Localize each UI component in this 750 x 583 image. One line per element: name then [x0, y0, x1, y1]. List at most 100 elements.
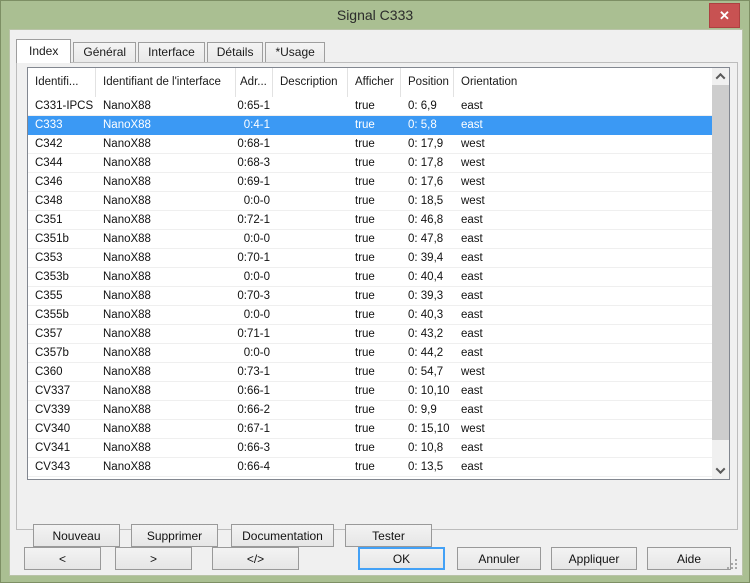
cell-afficher: true [348, 306, 401, 324]
tab-usage[interactable]: *Usage [265, 42, 324, 62]
table-row[interactable]: C333NanoX880:4-1true0: 5,8east [28, 116, 712, 135]
table-row[interactable]: C357NanoX880:71-1true0: 43,2east [28, 325, 712, 344]
cell-position: 0: 54,7 [401, 363, 454, 381]
tab-général[interactable]: Général [73, 42, 136, 62]
scroll-up-button[interactable] [712, 68, 729, 85]
table-row[interactable]: CV343NanoX880:66-4true0: 13,5east [28, 458, 712, 477]
table-row[interactable]: CV341NanoX880:66-3true0: 10,8east [28, 439, 712, 458]
table-row[interactable]: C331-IPCSNanoX880:65-1true0: 6,9east [28, 97, 712, 116]
table-row[interactable]: C351bNanoX880:0-0true0: 47,8east [28, 230, 712, 249]
tester-button[interactable]: Tester [345, 524, 432, 547]
table-row[interactable]: C351NanoX880:72-1true0: 46,8east [28, 211, 712, 230]
cell-description [273, 382, 348, 400]
table-row[interactable]: C342NanoX880:68-1true0: 17,9west [28, 135, 712, 154]
cell-orientation: east [454, 268, 712, 286]
cell-description [273, 287, 348, 305]
cell-description [273, 230, 348, 248]
tab-strip: IndexGénéralInterfaceDétails*Usage [16, 39, 327, 63]
window-title: Signal C333 [337, 7, 413, 23]
cell-id: CV343 [28, 458, 96, 476]
vertical-scrollbar[interactable] [712, 68, 729, 479]
column-header[interactable]: Description [273, 68, 348, 97]
tab-index[interactable]: Index [16, 39, 71, 63]
cell-description [273, 173, 348, 191]
cell-orientation: east [454, 249, 712, 267]
ok-button[interactable]: OK [358, 547, 445, 570]
aide-button[interactable]: Aide [647, 547, 731, 570]
table-row[interactable]: CV339NanoX880:66-2true0: 9,9east [28, 401, 712, 420]
table-row[interactable]: CV337NanoX880:66-1true0: 10,10east [28, 382, 712, 401]
cell-orientation: west [454, 363, 712, 381]
cell-afficher: true [348, 116, 401, 134]
cell-adr: 0:68-3 [236, 154, 273, 172]
annuler-button[interactable]: Annuler [457, 547, 541, 570]
next-button[interactable]: > [115, 547, 192, 570]
cell-afficher: true [348, 458, 401, 476]
tab-interface[interactable]: Interface [138, 42, 205, 62]
table-row[interactable]: CV340NanoX880:67-1true0: 15,10west [28, 420, 712, 439]
chevron-up-icon [716, 73, 726, 83]
cell-orientation: east [454, 458, 712, 476]
cell-id: C353 [28, 249, 96, 267]
table-row[interactable]: C360NanoX880:73-1true0: 54,7west [28, 363, 712, 382]
cell-adr: 0:0-0 [236, 344, 273, 362]
scrollbar-thumb[interactable] [712, 85, 729, 440]
cell-orientation: east [454, 439, 712, 457]
code-view-button[interactable]: </> [212, 547, 299, 570]
table-row[interactable]: C355NanoX880:70-3true0: 39,3east [28, 287, 712, 306]
column-header[interactable]: Orientation [454, 68, 729, 97]
cell-description [273, 192, 348, 210]
cell-description [273, 458, 348, 476]
table-row[interactable]: C355bNanoX880:0-0true0: 40,3east [28, 306, 712, 325]
table-row[interactable]: C344NanoX880:68-3true0: 17,8west [28, 154, 712, 173]
table-row[interactable]: C357bNanoX880:0-0true0: 44,2east [28, 344, 712, 363]
cell-id: CV341 [28, 439, 96, 457]
cell-orientation: west [454, 420, 712, 438]
documentation-button[interactable]: Documentation [231, 524, 334, 547]
resize-grip[interactable] [726, 559, 738, 571]
cell-interface: NanoX88 [96, 135, 236, 153]
appliquer-button[interactable]: Appliquer [551, 547, 637, 570]
cell-position: 0: 6,9 [401, 97, 454, 115]
cell-afficher: true [348, 97, 401, 115]
cell-description [273, 325, 348, 343]
cell-id: C355b [28, 306, 96, 324]
table-row[interactable]: C353NanoX880:70-1true0: 39,4east [28, 249, 712, 268]
nouveau-button[interactable]: Nouveau [33, 524, 120, 547]
cell-interface: NanoX88 [96, 401, 236, 419]
cell-interface: NanoX88 [96, 382, 236, 400]
cell-description [273, 135, 348, 153]
cell-orientation: east [454, 344, 712, 362]
cell-position: 0: 46,8 [401, 211, 454, 229]
close-button[interactable]: ✕ [709, 3, 740, 28]
cell-description [273, 249, 348, 267]
prev-button[interactable]: < [24, 547, 101, 570]
cell-description [273, 268, 348, 286]
cell-interface: NanoX88 [96, 173, 236, 191]
cell-orientation: west [454, 154, 712, 172]
column-header[interactable]: Identifi... [28, 68, 96, 97]
table-row[interactable]: C348NanoX880:0-0true0: 18,5west [28, 192, 712, 211]
cell-position: 0: 17,6 [401, 173, 454, 191]
column-header[interactable]: Afficher [348, 68, 401, 97]
cell-adr: 0:71-1 [236, 325, 273, 343]
cell-position: 0: 44,2 [401, 344, 454, 362]
cell-id: C348 [28, 192, 96, 210]
column-header[interactable]: Position [401, 68, 454, 97]
cell-position: 0: 10,10 [401, 382, 454, 400]
cell-id: C360 [28, 363, 96, 381]
cell-interface: NanoX88 [96, 192, 236, 210]
column-header[interactable]: Identifiant de l'interface [96, 68, 236, 97]
scroll-down-button[interactable] [712, 462, 729, 479]
cell-adr: 0:72-1 [236, 211, 273, 229]
cell-position: 0: 39,3 [401, 287, 454, 305]
column-header[interactable]: Adr... [236, 68, 273, 97]
supprimer-button[interactable]: Supprimer [131, 524, 218, 547]
cell-description [273, 154, 348, 172]
tab-détails[interactable]: Détails [207, 42, 264, 62]
cell-interface: NanoX88 [96, 363, 236, 381]
table-row[interactable]: C353bNanoX880:0-0true0: 40,4east [28, 268, 712, 287]
cell-adr: 0:70-3 [236, 287, 273, 305]
table-row[interactable]: C346NanoX880:69-1true0: 17,6west [28, 173, 712, 192]
cell-position: 0: 13,5 [401, 458, 454, 476]
